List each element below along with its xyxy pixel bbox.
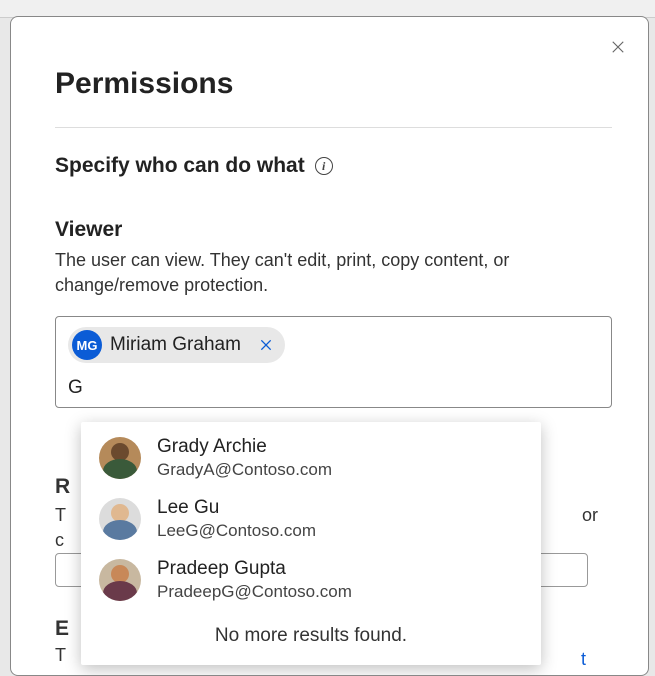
remove-icon bbox=[258, 337, 274, 353]
no-more-results: No more results found. bbox=[81, 625, 541, 647]
suggestion-item[interactable]: Lee GuLeeG@Contoso.com bbox=[81, 489, 541, 550]
chip-avatar: MG bbox=[72, 330, 102, 360]
divider bbox=[55, 127, 612, 128]
suggestion-email: PradeepG@Contoso.com bbox=[157, 581, 352, 603]
viewer-description: The user can view. They can't edit, prin… bbox=[55, 248, 565, 298]
suggestion-item[interactable]: Pradeep GuptaPradeepG@Contoso.com bbox=[81, 550, 541, 611]
suggestion-name: Lee Gu bbox=[157, 497, 316, 520]
subtitle-text: Specify who can do what bbox=[55, 154, 305, 178]
people-search-input[interactable] bbox=[68, 377, 599, 399]
chip-remove-button[interactable] bbox=[255, 334, 277, 356]
close-icon bbox=[609, 38, 627, 56]
person-chip[interactable]: MG Miriam Graham bbox=[68, 327, 285, 363]
suggestion-name: Grady Archie bbox=[157, 436, 332, 459]
suggestion-email: LeeG@Contoso.com bbox=[157, 520, 316, 542]
subtitle-row: Specify who can do what i bbox=[55, 154, 612, 178]
suggestion-item[interactable]: Grady ArchieGradyA@Contoso.com bbox=[81, 428, 541, 489]
avatar bbox=[99, 559, 141, 601]
suggestion-name: Pradeep Gupta bbox=[157, 558, 352, 581]
viewer-label: Viewer bbox=[55, 218, 612, 242]
permissions-dialog: Permissions Specify who can do what i Vi… bbox=[10, 16, 649, 676]
avatar bbox=[99, 437, 141, 479]
info-icon[interactable]: i bbox=[315, 157, 333, 175]
chip-name: Miriam Graham bbox=[110, 334, 241, 356]
obscured-link-tail[interactable]: t bbox=[581, 649, 586, 670]
dialog-title: Permissions bbox=[55, 67, 612, 101]
suggestion-email: GradyA@Contoso.com bbox=[157, 459, 332, 481]
people-suggestions-dropdown: Grady ArchieGradyA@Contoso.comLee GuLeeG… bbox=[81, 422, 541, 665]
viewer-people-input[interactable]: MG Miriam Graham bbox=[55, 316, 612, 408]
close-button[interactable] bbox=[606, 35, 630, 59]
avatar bbox=[99, 498, 141, 540]
